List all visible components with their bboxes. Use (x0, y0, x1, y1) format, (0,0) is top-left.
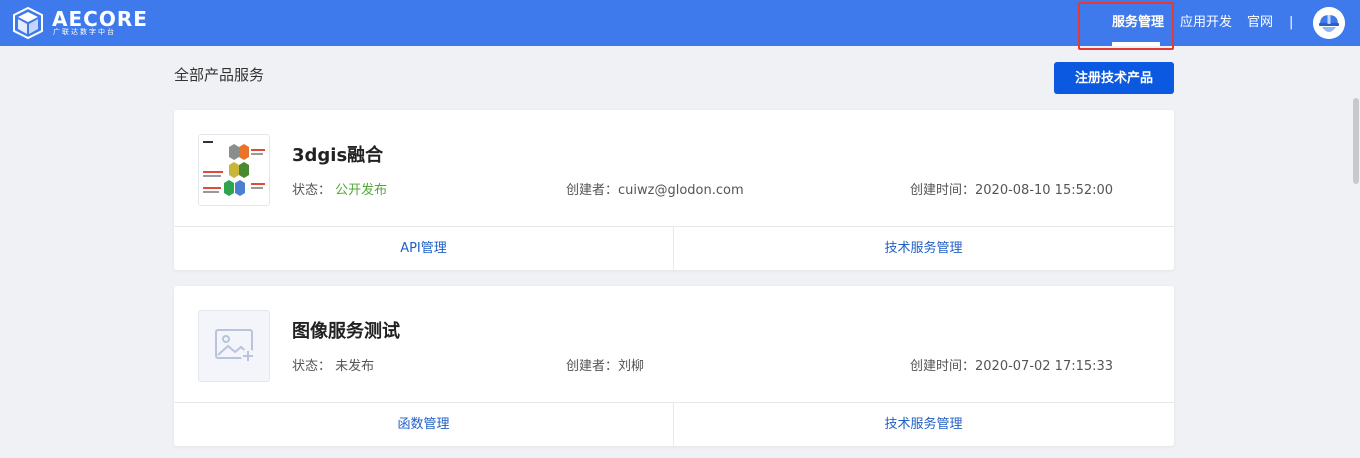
nav-separator: | (1289, 15, 1294, 30)
product-thumbnail[interactable] (198, 310, 270, 382)
product-title[interactable]: 图像服务测试 (292, 320, 400, 344)
scrollbar-thumb[interactable] (1353, 98, 1359, 184)
user-avatar[interactable] (1313, 7, 1345, 39)
api-management-link[interactable]: API管理 (174, 227, 673, 271)
cube-logo-icon (13, 6, 43, 40)
user-avatar-icon (1313, 7, 1345, 39)
tech-service-management-link[interactable]: 技术服务管理 (674, 403, 1173, 447)
vertical-scrollbar[interactable] (1352, 46, 1360, 458)
product-title[interactable]: 3dgis融合 (292, 144, 383, 168)
aecore-logo[interactable]: AECORE 广联达数字中台 (10, 6, 147, 40)
tech-service-management-link[interactable]: 技术服务管理 (674, 227, 1173, 271)
product-creator: 创建者：cuiwz@glodon.com (566, 183, 744, 198)
highlight-box (1078, 2, 1174, 50)
product-card: 图像服务测试 状态： 未发布 创建者：刘柳 创建时间：2020-07-02 17… (174, 286, 1174, 447)
nav-official-site[interactable]: 官网 (1247, 14, 1273, 32)
diagram-thumbnail-icon (199, 135, 269, 205)
product-status: 状态： 未发布 (292, 358, 374, 376)
product-creator: 创建者：刘柳 (566, 359, 645, 374)
product-created-time: 创建时间：2020-07-02 17:15:33 (910, 359, 1114, 374)
register-product-button[interactable]: 注册技术产品 (1054, 62, 1174, 94)
nav-app-development[interactable]: 应用开发 (1180, 14, 1232, 32)
status-label: 状态： (292, 359, 332, 374)
card-footer: API管理 技术服务管理 (174, 226, 1174, 271)
product-card: 3dgis融合 状态： 公开发布 创建者：cuiwz@glodon.com 创建… (174, 110, 1174, 271)
status-label: 状态： (292, 183, 332, 198)
card-footer: 函数管理 技术服务管理 (174, 402, 1174, 447)
product-created-time: 创建时间：2020-08-10 15:52:00 (910, 183, 1114, 198)
page-title: 全部产品服务 (174, 66, 265, 84)
status-value: 公开发布 (335, 183, 388, 198)
status-value: 未发布 (335, 359, 375, 374)
product-thumbnail[interactable] (198, 134, 270, 206)
logo-text: AECORE (52, 7, 148, 31)
image-placeholder-icon (215, 329, 255, 363)
function-management-link[interactable]: 函数管理 (174, 403, 673, 447)
product-status: 状态： 公开发布 (292, 182, 387, 200)
logo-subtitle: 广联达数字中台 (53, 28, 116, 36)
